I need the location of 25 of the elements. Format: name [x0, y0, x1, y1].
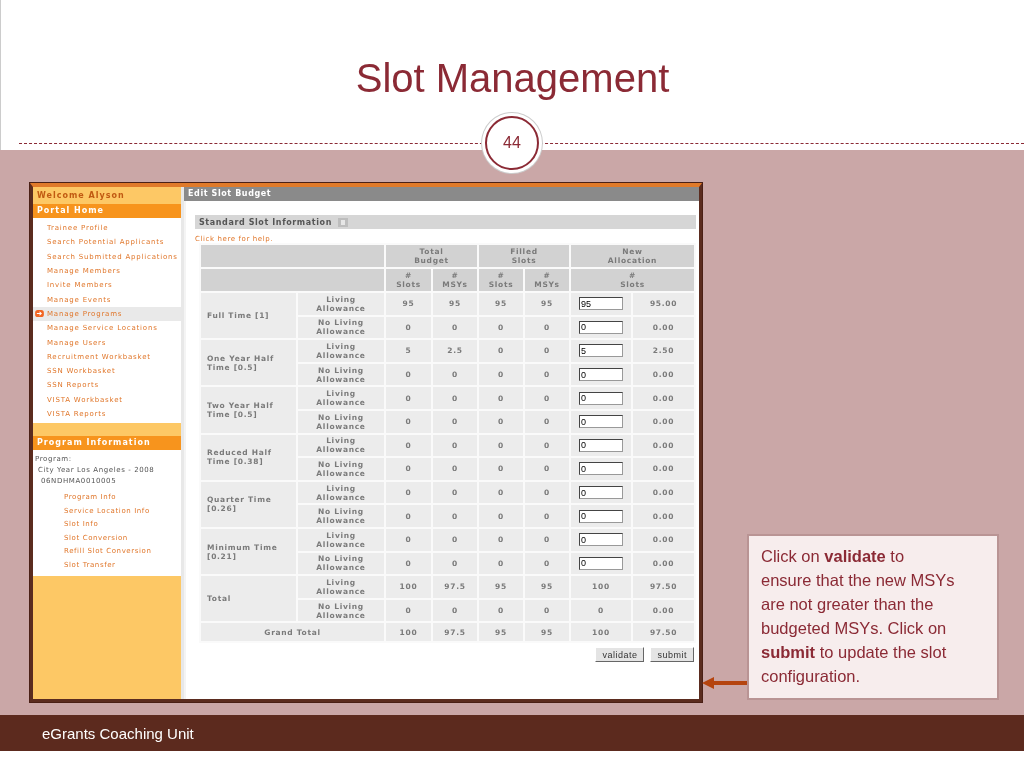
section-title: Standard Slot Information [199, 217, 332, 227]
slots-input[interactable]: 0 [579, 415, 623, 429]
slots-input[interactable]: 0 [579, 320, 623, 334]
slide-title: Slot Management [354, 55, 671, 102]
arrow-icon [702, 677, 747, 689]
validate-button[interactable]: validate [595, 647, 645, 663]
slots-input[interactable]: 0 [579, 438, 623, 452]
callout-note: Click on validate to ensure that the new MSYs are not greater than the budgeted MSYs. Click on submit to update the slot configuration. [747, 534, 999, 700]
welcome-text: Welcome Alyson [33, 187, 181, 204]
submit-button[interactable]: submit [650, 647, 694, 663]
arrow-bullet-icon [35, 310, 44, 318]
slots-input[interactable]: 95 [579, 297, 623, 311]
page-header: Edit Slot Budget [184, 187, 699, 201]
slots-input[interactable]: 0 [579, 391, 623, 405]
sidebar-header: Portal Home [33, 204, 181, 218]
slots-input[interactable]: 5 [579, 344, 623, 358]
footer-text: eGrants Coaching Unit [42, 724, 194, 742]
slots-input[interactable]: 0 [579, 533, 623, 547]
slots-input[interactable]: 0 [579, 509, 623, 523]
help-icon[interactable] [337, 217, 348, 227]
slots-input[interactable]: 0 [579, 462, 623, 476]
slots-input[interactable]: 0 [579, 368, 623, 382]
slots-input[interactable]: 0 [579, 556, 623, 570]
sidebar-header: Program Information [33, 436, 181, 451]
slots-input[interactable]: 0 [579, 486, 623, 500]
